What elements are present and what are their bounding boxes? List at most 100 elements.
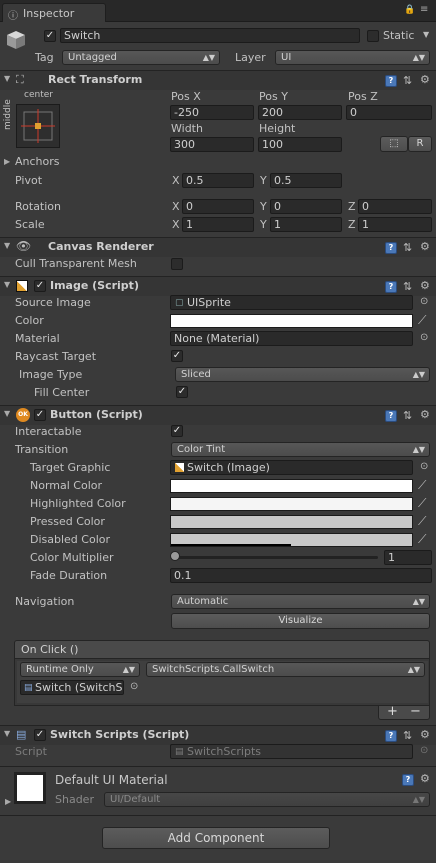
anchors-label: Anchors	[15, 155, 60, 168]
visualize-button[interactable]: Visualize	[171, 613, 430, 629]
object-picker-icon[interactable]: ⊙	[130, 681, 138, 692]
highlighted-color-swatch[interactable]	[170, 497, 413, 511]
tab-inspector[interactable]: ⓘ Inspector	[2, 3, 106, 22]
gear-icon[interactable]: ⚙	[420, 279, 430, 292]
transition-dropdown[interactable]: Color Tint ▲▼	[171, 442, 430, 457]
chevron-down-icon: ▲▼	[412, 445, 425, 454]
blueprint-mode-button[interactable]: ⬚	[380, 136, 408, 152]
help-icon[interactable]: ?	[385, 75, 397, 87]
fold-icon[interactable]: ▼	[4, 729, 10, 738]
help-icon[interactable]: ?	[385, 281, 397, 293]
pressed-color-swatch[interactable]	[170, 515, 413, 529]
pos-y-field[interactable]: 200	[258, 105, 342, 120]
gear-icon[interactable]: ⚙	[420, 728, 430, 741]
target-graphic-label: Target Graphic	[30, 461, 111, 474]
cull-checkbox[interactable]	[171, 258, 183, 270]
active-checkbox[interactable]: ✓	[44, 30, 56, 42]
object-picker-icon: ⊙	[420, 745, 429, 756]
fill-center-checkbox[interactable]: ✓	[176, 386, 188, 398]
rect-transform-header[interactable]: ▼ ⛶ Rect Transform ? ⇅ ⚙	[0, 70, 436, 90]
gear-icon[interactable]: ⚙	[420, 240, 430, 253]
function-dropdown[interactable]: SwitchScripts.CallSwitch ▲▼	[146, 662, 425, 677]
fade-duration-field[interactable]: 0.1	[170, 568, 432, 583]
scale-y-label: Y	[260, 218, 267, 231]
fold-icon[interactable]: ▶	[5, 797, 11, 806]
image-type-dropdown[interactable]: Sliced ▲▼	[175, 367, 430, 382]
object-picker-icon[interactable]: ⊙	[420, 332, 428, 343]
rot-x-field[interactable]: 0	[182, 199, 254, 214]
gear-icon[interactable]: ⚙	[420, 772, 430, 785]
object-picker-icon[interactable]: ⊙	[420, 461, 428, 472]
eyedropper-icon[interactable]: ⟋	[418, 532, 426, 547]
help-icon[interactable]: ?	[402, 774, 414, 786]
preset-icon[interactable]: ⇅	[403, 280, 412, 293]
switch-scripts-header[interactable]: ▼ ▤ ✓ Switch Scripts (Script) ? ⇅ ⚙	[0, 725, 436, 745]
button-enabled-checkbox[interactable]: ✓	[34, 409, 46, 421]
info-icon: ⓘ	[8, 11, 18, 22]
switch-scripts-enabled-checkbox[interactable]: ✓	[34, 729, 46, 741]
rotation-label: Rotation	[15, 200, 62, 213]
pivot-x-field[interactable]: 0.5	[182, 173, 254, 188]
name-field[interactable]: Switch	[60, 28, 360, 43]
preset-icon[interactable]: ⇅	[403, 74, 412, 87]
rot-y-field[interactable]: 0	[270, 199, 342, 214]
layer-dropdown[interactable]: UI ▲▼	[275, 50, 430, 65]
eyedropper-icon[interactable]: ⟋	[418, 496, 426, 511]
color-multiplier-field[interactable]: 1	[384, 550, 432, 565]
image-enabled-checkbox[interactable]: ✓	[34, 280, 46, 292]
height-field[interactable]: 100	[258, 137, 342, 152]
button-header[interactable]: ▼ OK ✓ Button (Script) ? ⇅ ⚙	[0, 405, 436, 425]
lock-icon[interactable]: 🔒	[404, 5, 415, 15]
gear-icon[interactable]: ⚙	[420, 73, 430, 86]
help-icon[interactable]: ?	[385, 242, 397, 254]
fold-icon[interactable]: ▼	[4, 409, 10, 418]
scale-y-field[interactable]: 1	[270, 217, 342, 232]
raw-edit-button[interactable]: R	[408, 136, 432, 152]
interactable-checkbox[interactable]: ✓	[171, 425, 183, 437]
remove-event-button[interactable]: −	[410, 704, 421, 719]
tag-dropdown[interactable]: Untagged ▲▼	[62, 50, 220, 65]
help-icon[interactable]: ?	[385, 730, 397, 742]
target-graphic-field[interactable]: Switch (Image)	[170, 460, 413, 475]
pivot-y-field[interactable]: 0.5	[270, 173, 342, 188]
eyedropper-icon[interactable]: ⟋	[418, 478, 426, 493]
raycast-checkbox[interactable]: ✓	[171, 350, 183, 362]
preset-icon[interactable]: ⇅	[403, 409, 412, 422]
fold-icon[interactable]: ▼	[4, 241, 10, 250]
static-checkbox[interactable]	[367, 30, 379, 42]
eyedropper-icon[interactable]: ⟋	[418, 313, 426, 328]
scale-z-field[interactable]: 1	[358, 217, 432, 232]
eyedropper-icon[interactable]: ⟋	[418, 514, 426, 529]
gear-icon[interactable]: ⚙	[420, 408, 430, 421]
runtime-dropdown[interactable]: Runtime Only ▲▼	[20, 662, 140, 677]
pos-z-field[interactable]: 0	[346, 105, 432, 120]
rot-z-field[interactable]: 0	[358, 199, 432, 214]
pos-x-field[interactable]: -250	[170, 105, 254, 120]
image-color-swatch[interactable]	[170, 314, 413, 328]
navigation-dropdown[interactable]: Automatic ▲▼	[171, 594, 430, 609]
material-field[interactable]: None (Material)	[170, 331, 413, 346]
width-field[interactable]: 300	[170, 137, 254, 152]
canvas-renderer-header[interactable]: ▼ 👁 Canvas Renderer ? ⇅ ⚙	[0, 237, 436, 257]
help-icon[interactable]: ?	[385, 410, 397, 422]
menu-icon[interactable]: ≡	[420, 4, 428, 15]
normal-color-swatch[interactable]	[170, 479, 413, 493]
add-event-button[interactable]: +	[387, 704, 398, 719]
color-multiplier-slider-thumb[interactable]	[170, 551, 180, 561]
disabled-color-swatch[interactable]	[170, 533, 413, 547]
anchor-preset-button[interactable]	[16, 104, 60, 148]
disabled-color-label: Disabled Color	[30, 533, 111, 546]
color-multiplier-track[interactable]	[172, 556, 378, 559]
preset-icon[interactable]: ⇅	[403, 729, 412, 742]
object-picker-icon[interactable]: ⊙	[420, 296, 428, 307]
preset-icon[interactable]: ⇅	[403, 241, 412, 254]
fold-icon[interactable]: ▼	[4, 74, 10, 83]
source-image-field[interactable]: ▢ UISprite	[170, 295, 413, 310]
static-dropdown-icon[interactable]: ▼	[423, 30, 429, 39]
scale-x-field[interactable]: 1	[182, 217, 254, 232]
anchors-fold-icon[interactable]: ▶	[4, 157, 10, 166]
target-object-field[interactable]: ▤ Switch (SwitchS	[20, 680, 124, 695]
image-header[interactable]: ▼ ✓ Image (Script) ? ⇅ ⚙	[0, 276, 436, 296]
fold-icon[interactable]: ▼	[4, 280, 10, 289]
add-component-button[interactable]: Add Component	[102, 827, 330, 849]
